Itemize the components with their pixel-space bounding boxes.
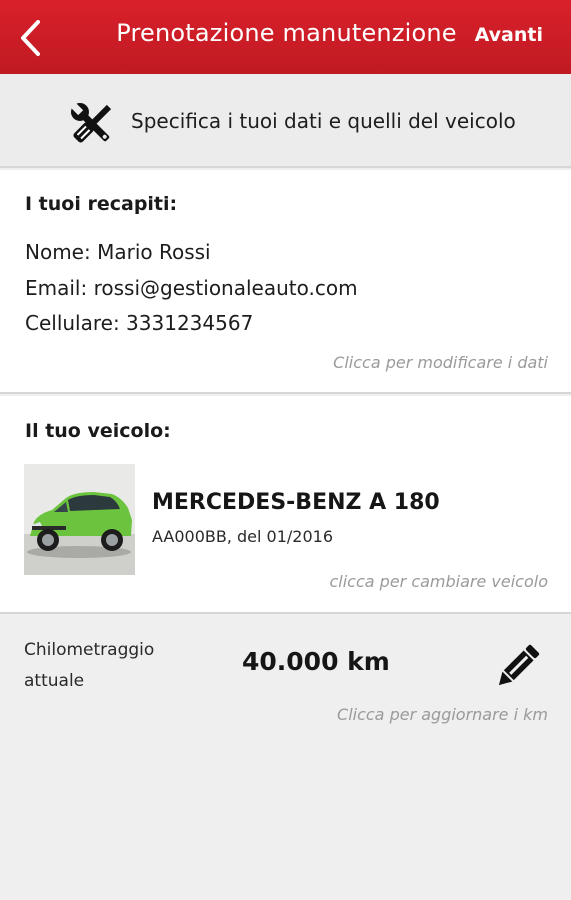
- pencil-icon[interactable]: [494, 642, 542, 690]
- contact-name: Nome: Mario Rossi: [25, 240, 211, 264]
- mileage-section[interactable]: Chilometraggio attuale 40.000 km Clicca …: [0, 616, 571, 900]
- tools-icon: [66, 100, 118, 148]
- next-button[interactable]: Avanti: [475, 24, 543, 46]
- contact-email: Email: rossi@gestionaleauto.com: [25, 276, 358, 300]
- change-vehicle-hint[interactable]: clicca per cambiare veicolo: [329, 572, 548, 591]
- contact-phone: Cellulare: 3331234567: [25, 311, 254, 335]
- intro-text: Specifica i tuoi dati e quelli del veico…: [131, 109, 516, 133]
- contacts-heading: I tuoi recapiti:: [25, 193, 178, 215]
- edit-contacts-hint[interactable]: Clicca per modificare i dati: [333, 353, 548, 372]
- vehicle-photo: [24, 464, 135, 575]
- contacts-card[interactable]: I tuoi recapiti: Nome: Mario Rossi Email…: [0, 170, 571, 394]
- vehicle-name: MERCEDES-BENZ A 180: [152, 490, 440, 515]
- mileage-value: 40.000 km: [242, 647, 390, 676]
- intro-banner: Specifica i tuoi dati e quelli del veico…: [0, 74, 571, 168]
- app-header: Prenotazione manutenzione Avanti: [0, 0, 571, 74]
- vehicle-heading: Il tuo veicolo:: [25, 420, 171, 442]
- update-mileage-hint[interactable]: Clicca per aggiornare i km: [337, 705, 548, 724]
- vehicle-card[interactable]: Il tuo veicolo: MERCEDES-BENZ A 180 AA00…: [0, 396, 571, 614]
- vehicle-details: AA000BB, del 01/2016: [152, 527, 333, 546]
- mileage-label: Chilometraggio attuale: [24, 640, 155, 691]
